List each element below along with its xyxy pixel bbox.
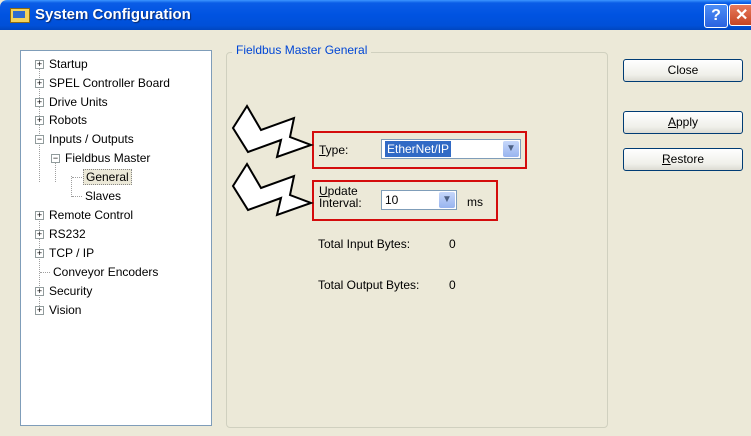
callout-arrows <box>231 104 314 217</box>
system-configuration-window: System Configuration ? ✕ + Startup + SPE… <box>0 0 751 436</box>
arrow-icon-update-interval <box>231 162 314 217</box>
arrow-icon-type <box>231 104 314 159</box>
